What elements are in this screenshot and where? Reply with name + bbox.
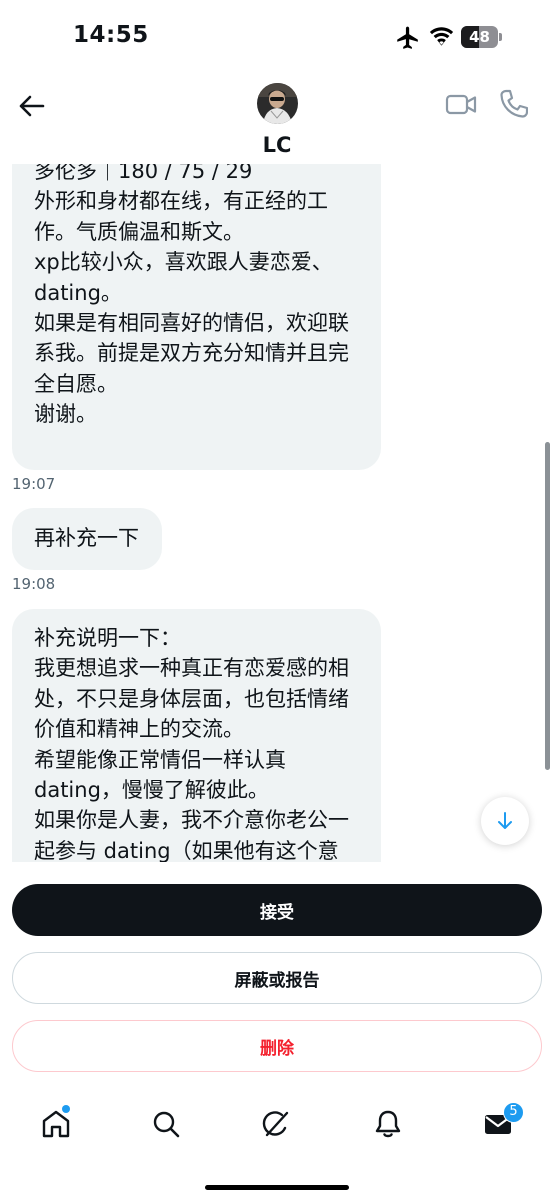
battery-level: 48 [469,28,490,46]
status-time: 14:55 [73,22,149,48]
avatar[interactable] [257,83,298,124]
delete-button[interactable]: 删除 [12,1020,542,1072]
battery-icon: 48 [461,26,503,48]
tab-search[interactable] [150,1108,182,1140]
phone-call-button[interactable] [498,88,529,120]
notification-dot [62,1105,70,1113]
home-indicator [205,1185,349,1190]
bottom-tab-bar: 5 [0,1098,554,1158]
scrollbar[interactable] [545,442,550,770]
message-timestamp: 19:08 [12,575,56,593]
arrow-down-icon [498,812,512,829]
back-button[interactable] [14,88,50,124]
airplane-icon [397,26,418,49]
tab-grok[interactable] [260,1108,292,1140]
message-bubble[interactable]: 多伦多｜180 / 75 / 29 外形和身材都在线，有正经的工 作。气质偏温和… [12,164,381,470]
scroll-to-bottom-button[interactable] [481,797,529,845]
back-arrow-icon [19,95,45,117]
accept-button[interactable]: 接受 [12,884,542,936]
conversation-header: LC [0,76,554,164]
grok-icon [262,1111,289,1137]
phone-icon [500,89,529,118]
unread-badge: 5 [503,1102,524,1123]
wifi-icon [429,27,454,46]
message-bubble[interactable]: 再补充一下 [12,508,162,570]
message-timestamp: 19:07 [12,475,56,493]
message-bubble[interactable]: 补充说明一下： 我更想追求一种真正有恋爱感的相 处，不只是身体层面，也包括情绪 … [12,609,381,862]
status-bar: 14:55 48 [0,0,554,76]
search-icon [153,1111,180,1138]
message-list[interactable]: 多伦多｜180 / 75 / 29 外形和身材都在线，有正经的工 作。气质偏温和… [0,164,554,862]
bell-icon [375,1110,401,1138]
tab-notifications[interactable] [372,1108,404,1140]
contact-name[interactable]: LC [0,133,554,157]
block-or-report-button[interactable]: 屏蔽或报告 [12,952,542,1004]
video-camera-icon [445,94,477,115]
video-call-button[interactable] [444,90,478,120]
